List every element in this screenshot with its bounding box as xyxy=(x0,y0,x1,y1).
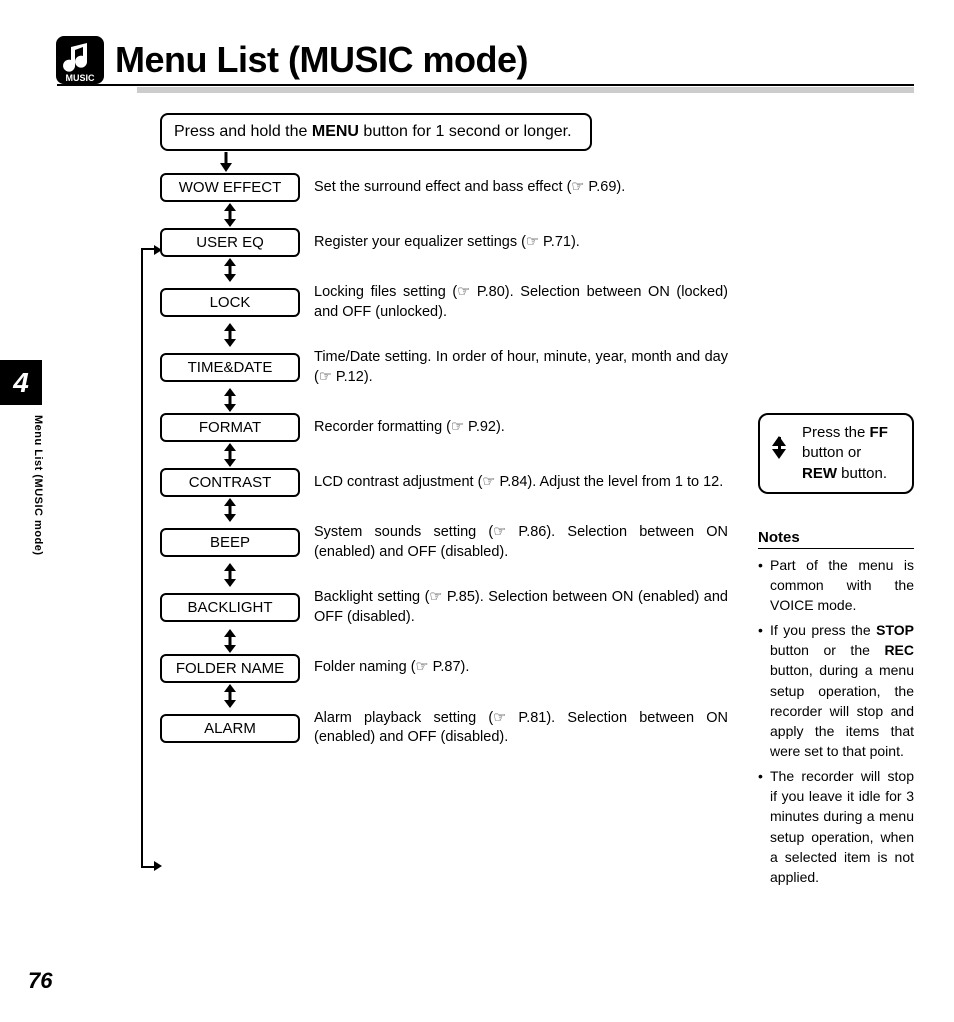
up-down-arrow-icon xyxy=(160,388,300,412)
up-down-arrow-icon xyxy=(160,498,300,522)
menu-row: BEEP System sounds setting (☞ P.86). Sele… xyxy=(160,523,728,562)
menu-item-desc: Backlight setting (☞ P.85). Selection be… xyxy=(314,588,728,627)
title-underline xyxy=(137,87,914,93)
note-item: The recorder will stop if you leave it i… xyxy=(758,766,914,888)
up-down-arrow-icon xyxy=(160,203,300,227)
menu-item-desc: Set the surround effect and bass effect … xyxy=(314,178,728,198)
nav-hint-box: Press the FF button or REW button. xyxy=(758,413,914,494)
up-down-arrow-icon xyxy=(160,258,300,282)
page-title: Menu List (MUSIC mode) xyxy=(115,39,528,81)
menu-item-desc: Recorder formatting (☞ P.92). xyxy=(314,418,728,438)
menu-item-box: FORMAT xyxy=(160,413,300,442)
menu-item-desc: Register your equalizer settings (☞ P.71… xyxy=(314,233,728,253)
menu-item-desc: Locking files setting (☞ P.80). Selectio… xyxy=(314,283,728,322)
sidebar-column: Press the FF button or REW button. Notes… xyxy=(758,113,914,892)
menu-item-box: USER EQ xyxy=(160,228,300,257)
menu-item-box: FOLDER NAME xyxy=(160,654,300,683)
up-down-arrow-icon xyxy=(160,684,300,708)
menu-flow-column: Press and hold the MENU button for 1 sec… xyxy=(128,113,728,748)
menu-item-box: TIME&DATE xyxy=(160,353,300,382)
up-down-arrow-icon xyxy=(160,443,300,467)
menu-row: TIME&DATE Time/Date setting. In order of … xyxy=(160,348,728,387)
down-arrow-icon xyxy=(218,152,234,172)
menu-item-box: BEEP xyxy=(160,528,300,557)
up-down-arrow-icon xyxy=(160,629,300,653)
menu-item-desc: Folder naming (☞ P.87). xyxy=(314,658,728,678)
note-item: Part of the menu is common with the VOIC… xyxy=(758,555,914,616)
menu-row: FORMAT Recorder formatting (☞ P.92). xyxy=(160,413,728,442)
intro-instruction: Press and hold the MENU button for 1 sec… xyxy=(160,113,592,151)
loop-connector xyxy=(141,248,159,868)
menu-item-box: CONTRAST xyxy=(160,468,300,497)
side-running-title: Menu List (MUSIC mode) xyxy=(32,415,44,556)
menu-item-box: BACKLIGHT xyxy=(160,593,300,622)
music-icon: MUSIC xyxy=(55,35,105,85)
menu-row: FOLDER NAME Folder naming (☞ P.87). xyxy=(160,654,728,683)
up-down-arrow-icon xyxy=(160,323,300,347)
page-number: 76 xyxy=(28,968,52,994)
menu-row: USER EQ Register your equalizer settings … xyxy=(160,228,728,257)
menu-row: BACKLIGHT Backlight setting (☞ P.85). Sel… xyxy=(160,588,728,627)
chapter-tab: 4 xyxy=(0,360,42,405)
notes-list: Part of the menu is common with the VOIC… xyxy=(758,555,914,888)
menu-item-box: WOW EFFECT xyxy=(160,173,300,202)
menu-item-desc: Time/Date setting. In order of hour, min… xyxy=(314,348,728,387)
menu-item-box: ALARM xyxy=(160,714,300,743)
menu-item-desc: Alarm playback setting (☞ P.81). Selecti… xyxy=(314,709,728,748)
menu-row: CONTRAST LCD contrast adjustment (☞ P.84)… xyxy=(160,468,728,497)
menu-item-desc: System sounds setting (☞ P.86). Selectio… xyxy=(314,523,728,562)
svg-text:MUSIC: MUSIC xyxy=(66,73,96,83)
up-down-arrow-icon xyxy=(160,563,300,587)
menu-row: ALARM Alarm playback setting (☞ P.81). Se… xyxy=(160,709,728,748)
menu-item-box: LOCK xyxy=(160,288,300,317)
menu-item-desc: LCD contrast adjustment (☞ P.84). Adjust… xyxy=(314,473,728,493)
notes-heading: Notes xyxy=(758,529,914,549)
menu-row: WOW EFFECT Set the surround effect and ba… xyxy=(160,173,728,202)
note-item: If you press the STOP button or the REC … xyxy=(758,620,914,762)
menu-row: LOCK Locking files setting (☞ P.80). Sele… xyxy=(160,283,728,322)
